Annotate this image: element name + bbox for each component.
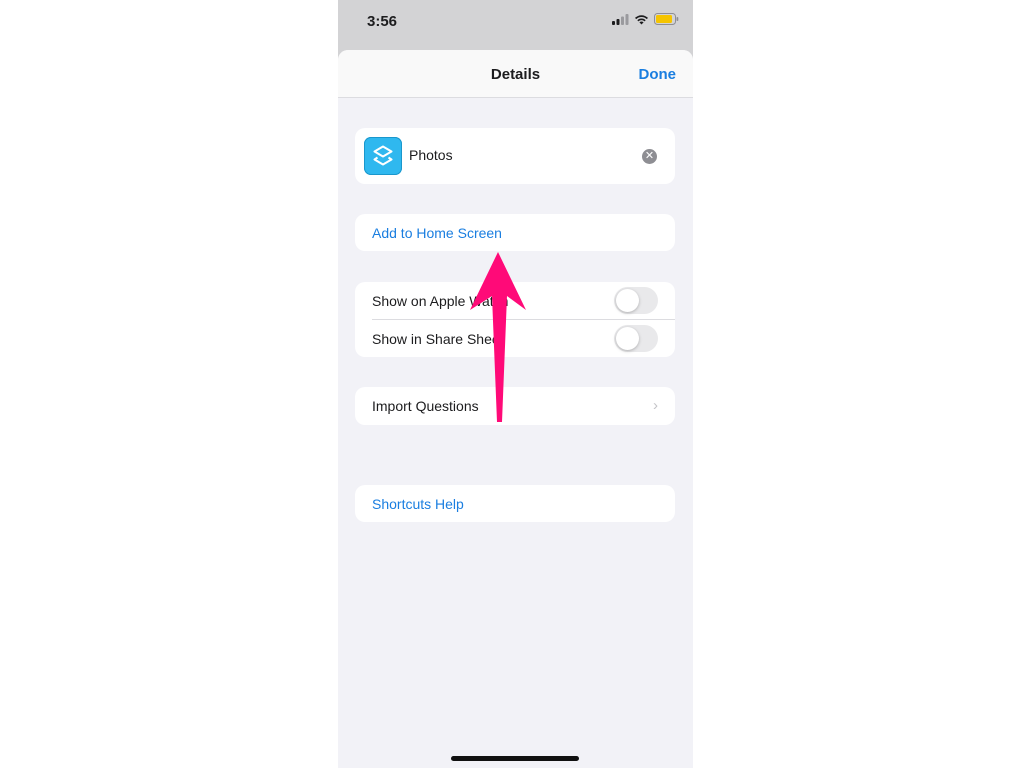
clear-icon[interactable]: ✕ — [642, 149, 657, 164]
status-time: 3:56 — [367, 13, 398, 30]
toggle-row-apple-watch: Show on Apple Watch — [355, 282, 675, 320]
shortcuts-help-button[interactable]: Shortcuts Help — [355, 485, 675, 522]
shortcut-name-card: Photos ✕ — [355, 128, 675, 184]
add-to-home-screen-label: Add to Home Screen — [372, 225, 502, 241]
add-to-home-screen-button[interactable]: Add to Home Screen — [355, 214, 675, 251]
toggle-knob — [616, 327, 639, 350]
navigation-bar: Details Done — [338, 50, 693, 98]
apple-watch-toggle[interactable] — [614, 287, 658, 314]
wifi-icon — [634, 12, 649, 30]
chevron-right-icon: › — [653, 397, 658, 414]
toggles-card: Show on Apple Watch Show in Share Sheet — [355, 282, 675, 357]
battery-icon — [654, 12, 679, 30]
import-questions-button[interactable]: Import Questions › — [355, 387, 675, 424]
phone-screen: 3:56 Details Done Photos ✕ Add to Home S… — [338, 0, 693, 768]
toggle-knob — [616, 289, 639, 312]
apple-watch-label: Show on Apple Watch — [372, 293, 509, 309]
status-bar: 3:56 — [338, 0, 693, 46]
status-icons — [612, 12, 679, 30]
import-questions-label: Import Questions — [372, 398, 479, 414]
cellular-signal-icon — [612, 12, 629, 30]
add-to-home-card: Add to Home Screen — [355, 214, 675, 251]
shortcut-name-input[interactable]: Photos — [409, 147, 453, 163]
shortcuts-help-label: Shortcuts Help — [372, 496, 464, 512]
share-sheet-label: Show in Share Sheet — [372, 331, 504, 347]
done-button[interactable]: Done — [639, 66, 677, 83]
import-questions-card: Import Questions › — [355, 387, 675, 425]
toggle-row-share-sheet: Show in Share Sheet — [355, 320, 675, 357]
home-indicator — [451, 756, 579, 761]
shortcuts-help-card: Shortcuts Help — [355, 485, 675, 522]
share-sheet-toggle[interactable] — [614, 325, 658, 352]
details-sheet: Details Done Photos ✕ Add to Home Screen… — [338, 50, 693, 768]
shortcuts-icon[interactable] — [364, 137, 402, 175]
